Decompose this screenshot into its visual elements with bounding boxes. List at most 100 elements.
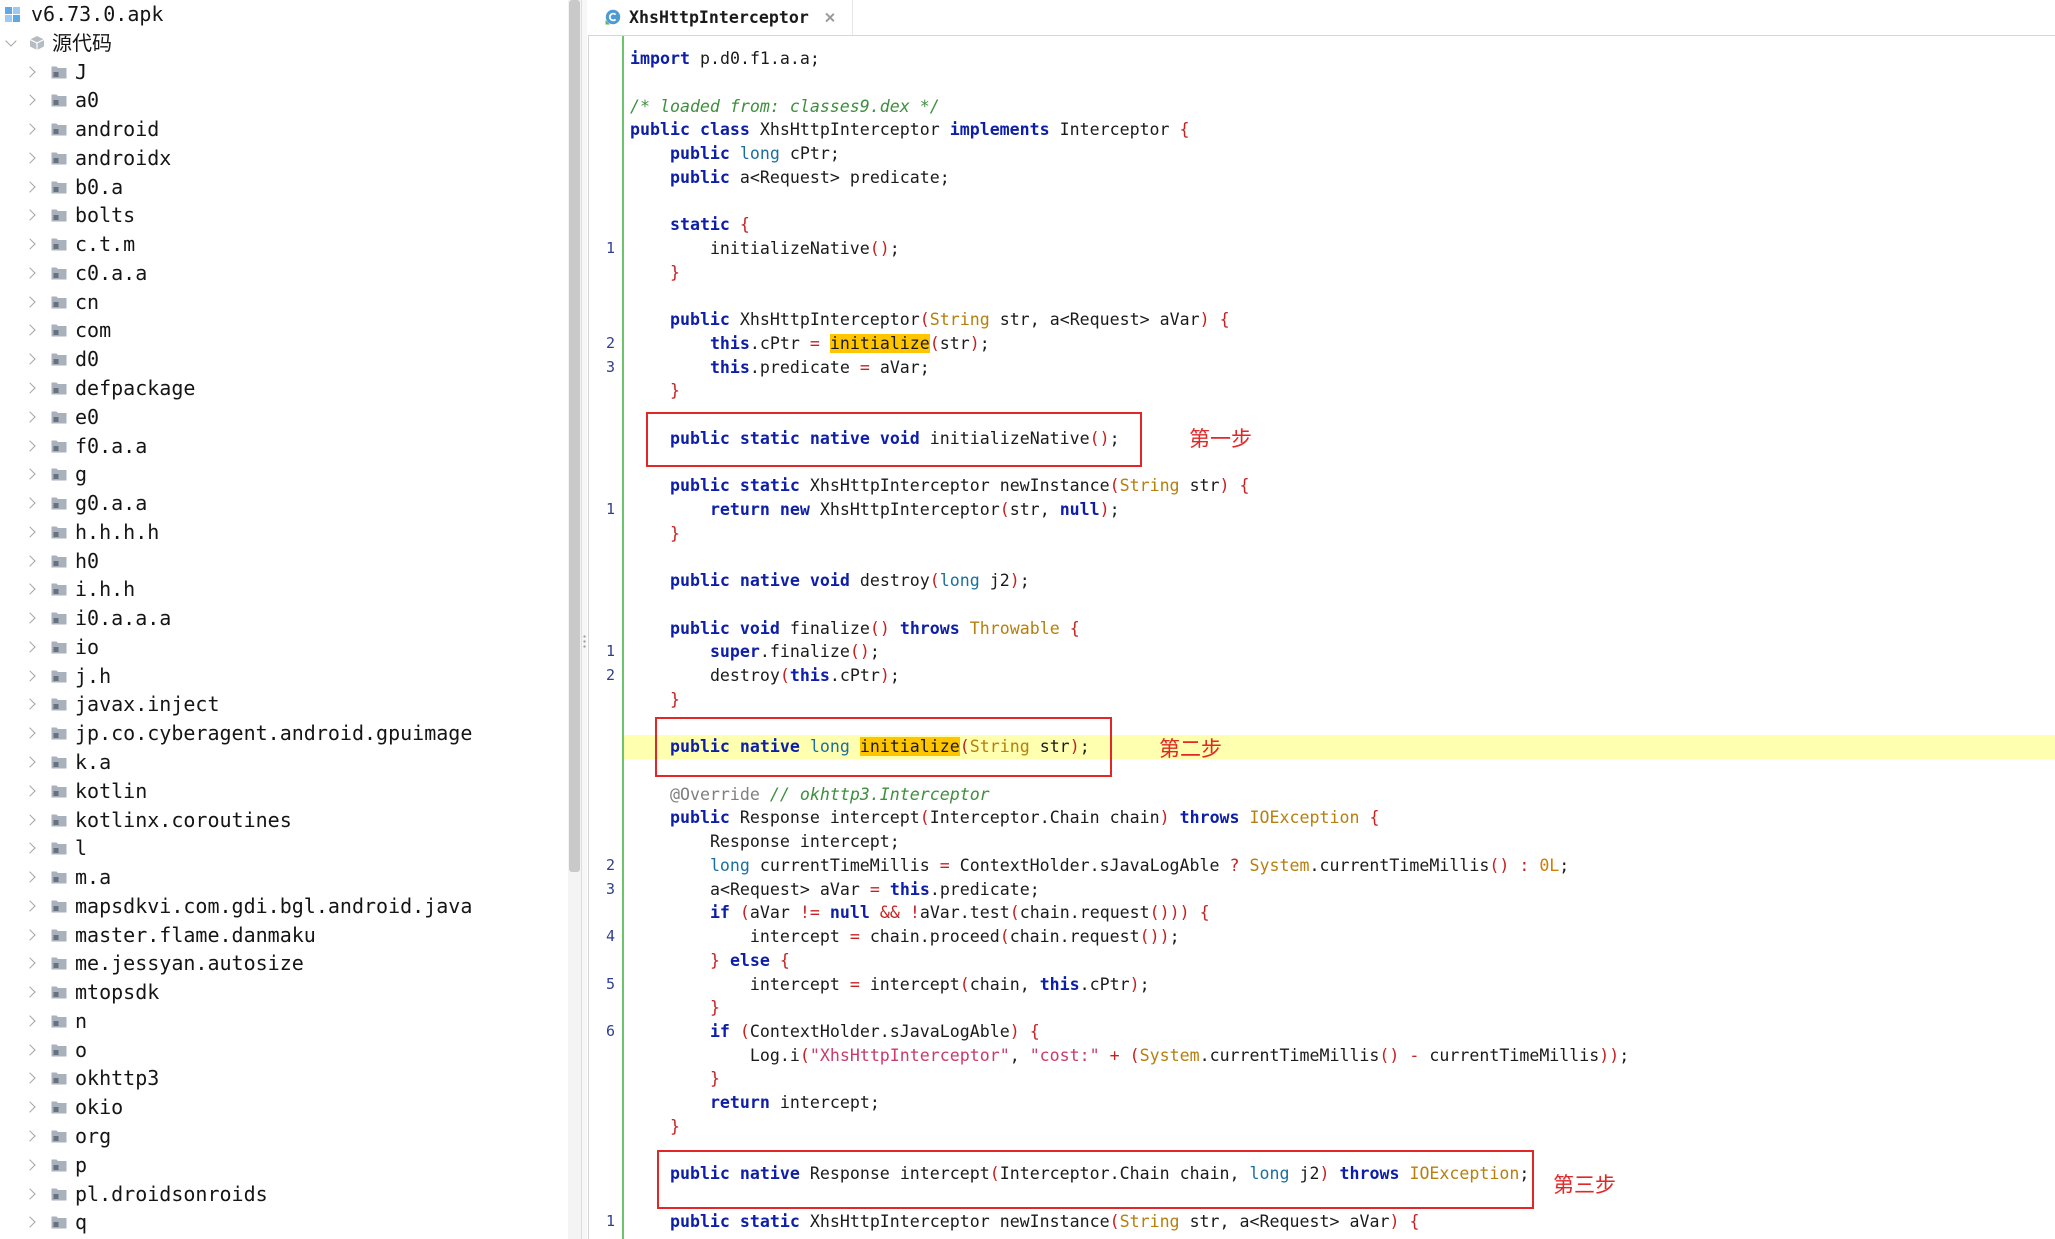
tree-node-mtopsdk[interactable]: mtopsdk [0,978,568,1007]
tree-node-com[interactable]: com [0,316,568,345]
chevron-right-icon[interactable] [24,526,36,538]
chevron-right-icon[interactable] [24,813,36,826]
tree-node-j[interactable]: J [0,58,568,87]
chevron-right-icon[interactable] [24,1216,36,1228]
code-line[interactable]: @Override // okhttp3.Interceptor [630,783,2050,807]
tree-node-me-jessyan-autosize[interactable]: me.jessyan.autosize [0,949,568,978]
code-line[interactable]: public class XhsHttpInterceptor implemen… [630,118,2050,142]
code-line[interactable]: initializeNative(); [630,237,2050,261]
tree-node-bolts[interactable]: bolts [0,201,568,230]
code-line[interactable]: } else { [630,949,2050,973]
code-line[interactable]: public a<Request> predicate; [630,166,2050,190]
chevron-right-icon[interactable] [24,123,36,135]
chevron-right-icon[interactable] [24,497,36,509]
code-line[interactable]: return new XhsHttpInterceptor(str, null)… [630,498,2050,522]
chevron-right-icon[interactable] [24,411,36,423]
tree-node-o[interactable]: o [0,1036,568,1065]
chevron-right-icon[interactable] [24,353,36,365]
code-line[interactable] [630,284,2050,308]
tree-node-a0[interactable]: a0 [0,86,568,115]
code-line[interactable]: return intercept; [630,1091,2050,1115]
chevron-right-icon[interactable] [24,612,36,624]
code-line[interactable]: long currentTimeMillis = ContextHolder.s… [630,854,2050,878]
chevron-right-icon[interactable] [24,468,36,480]
chevron-right-icon[interactable] [24,842,36,854]
code-line[interactable]: public void finalize() throws Throwable … [630,617,2050,641]
code-line[interactable]: destroy(this.cPtr); [630,664,2050,688]
chevron-right-icon[interactable] [24,727,36,739]
tree-node-i0-a-a-a[interactable]: i0.a.a.a [0,604,568,633]
chevron-right-icon[interactable] [24,296,36,308]
chevron-right-icon[interactable] [24,986,36,998]
code-line[interactable]: } [630,522,2050,546]
chevron-right-icon[interactable] [24,871,36,883]
tree-node-j-h[interactable]: j.h [0,662,568,691]
tree-node-jp-co-cyberagent-android-gpuimage[interactable]: jp.co.cyberagent.android.gpuimage [0,719,568,748]
code-line[interactable]: public native void destroy(long j2); [630,569,2050,593]
divider-grip-icon[interactable] [583,634,586,650]
chevron-right-icon[interactable] [24,267,36,279]
chevron-right-icon[interactable] [24,324,36,337]
chevron-right-icon[interactable] [24,94,36,106]
code-line[interactable]: } [630,996,2050,1020]
tree-node-h0[interactable]: h0 [0,547,568,576]
code-line[interactable]: this.predicate = aVar; [630,356,2050,380]
code-line[interactable]: } [630,261,2050,285]
code-line[interactable] [630,545,2050,569]
chevron-down-icon[interactable] [5,35,17,47]
tree-node-m-a[interactable]: m.a [0,863,568,892]
tree-node-c0-a-a[interactable]: c0.a.a [0,259,568,288]
chevron-right-icon[interactable] [24,1072,36,1085]
chevron-right-icon[interactable] [24,238,36,250]
code-line[interactable]: Log.i("XhsHttpInterceptor", "cost:" + (S… [630,1044,2050,1068]
chevron-right-icon[interactable] [24,1130,36,1142]
chevron-right-icon[interactable] [24,928,36,941]
chevron-right-icon[interactable] [24,554,36,567]
tree-node-kotlin[interactable]: kotlin [0,777,568,806]
chevron-right-icon[interactable] [24,180,36,193]
code-line[interactable]: public static XhsHttpInterceptor newInst… [630,1210,2050,1234]
chevron-right-icon[interactable] [24,439,36,452]
chevron-right-icon[interactable] [24,1101,36,1113]
chevron-right-icon[interactable] [24,957,36,970]
code-line[interactable] [630,189,2050,213]
tree-node-k-a[interactable]: k.a [0,748,568,777]
chevron-right-icon[interactable] [24,785,36,797]
tree-node-n[interactable]: n [0,1007,568,1036]
tree-node-androidx[interactable]: androidx [0,144,568,173]
code-line[interactable]: public XhsHttpInterceptor(String str, a<… [630,308,2050,332]
chevron-right-icon[interactable] [24,382,36,394]
code-line[interactable]: intercept = chain.proceed(chain.request(… [630,925,2050,949]
tree-node-defpackage[interactable]: defpackage [0,374,568,403]
tree-node-master-flame-danmaku[interactable]: master.flame.danmaku [0,921,568,950]
chevron-right-icon[interactable] [24,698,36,711]
tree-node-cn[interactable]: cn [0,288,568,317]
tree-node-android[interactable]: android [0,115,568,144]
chevron-right-icon[interactable] [24,900,36,912]
tree-node-apk[interactable]: v6.73.0.apk [0,0,568,29]
tree-node-mapsdkvi-com-gdi-bgl-android-java[interactable]: mapsdkvi.com.gdi.bgl.android.java [0,892,568,921]
tree-node-pl-droidsonroids[interactable]: pl.droidsonroids [0,1180,568,1209]
tree-scrollbar[interactable] [568,0,581,1239]
tree-node-h-h-h-h[interactable]: h.h.h.h [0,518,568,547]
tree-node-i-h-h[interactable]: i.h.h [0,575,568,604]
chevron-right-icon[interactable] [24,209,36,222]
tree-node-q[interactable]: q [0,1208,568,1237]
tree-node-f0-a-a[interactable]: f0.a.a [0,432,568,461]
chevron-right-icon[interactable] [24,756,36,768]
tree-scrollbar-thumb[interactable] [569,0,580,872]
tree-node-e0[interactable]: e0 [0,403,568,432]
chevron-right-icon[interactable] [24,1015,36,1027]
code-line[interactable]: public Response intercept(Interceptor.Ch… [630,806,2050,830]
code-line[interactable]: } [630,688,2050,712]
tree-node-c-t-m[interactable]: c.t.m [0,230,568,259]
split-divider[interactable] [581,0,587,1239]
tree-node-kotlinx-coroutines[interactable]: kotlinx.coroutines [0,806,568,835]
code-line[interactable]: this.cPtr = initialize(str); [630,332,2050,356]
tree-node-d0[interactable]: d0 [0,345,568,374]
code-line[interactable]: public static XhsHttpInterceptor newInst… [630,474,2050,498]
tree-node-l[interactable]: l [0,834,568,863]
code-line[interactable]: } [630,1115,2050,1139]
code-line[interactable]: if (ContextHolder.sJavaLogAble) { [630,1020,2050,1044]
chevron-right-icon[interactable] [24,1159,36,1171]
